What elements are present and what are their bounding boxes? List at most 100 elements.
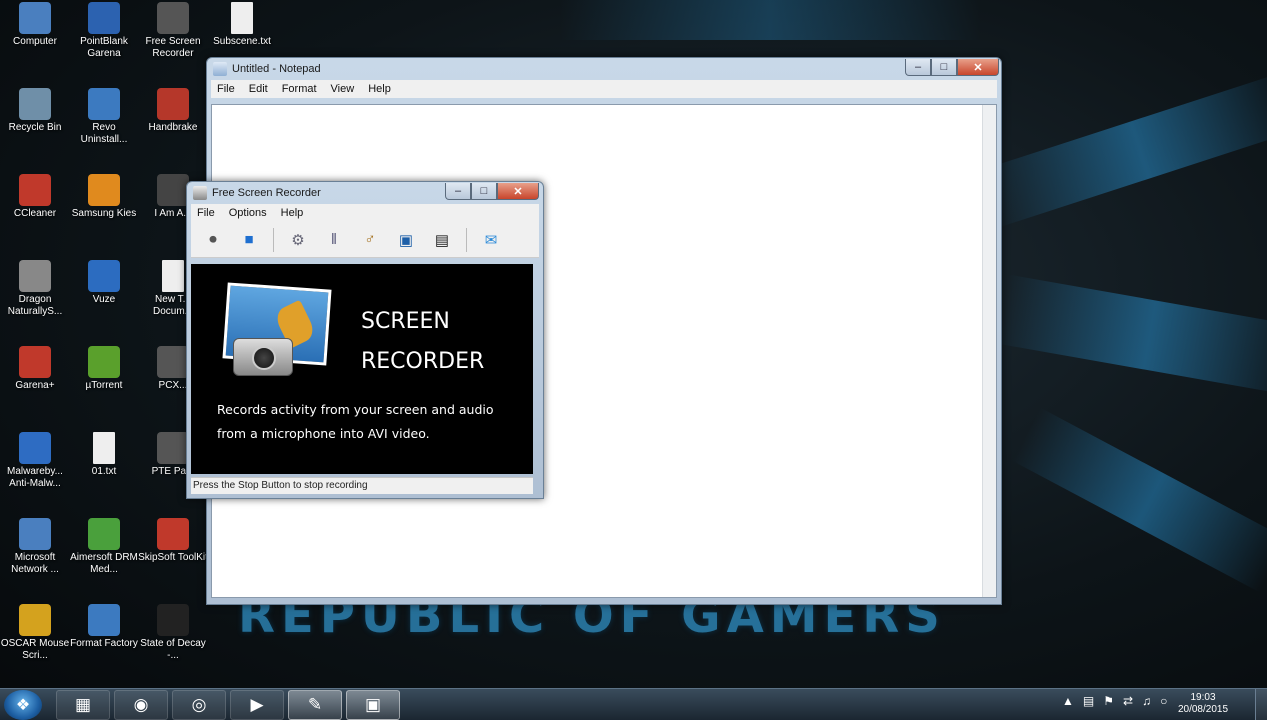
tray-extra-icon[interactable]: ○	[1160, 694, 1167, 708]
desktop-icon-label: Subscene.txt	[213, 36, 271, 47]
media-player-icon[interactable]: ▶	[230, 690, 284, 720]
chat-bubble-icon[interactable]: ✉	[479, 228, 503, 252]
stop-icon[interactable]: ■	[237, 228, 261, 252]
dragon-icon	[19, 260, 51, 292]
network-icon[interactable]: ⇄	[1123, 694, 1133, 708]
vertical-scrollbar[interactable]	[982, 105, 996, 597]
desktop-icon[interactable]: Dragon NaturallyS...	[0, 260, 70, 318]
banner-title: SCREEN RECORDER	[361, 302, 484, 382]
notepad-title: Untitled - Notepad	[232, 63, 321, 75]
desktop-icon[interactable]: Malwareby... Anti-Malw...	[0, 432, 70, 490]
desktop-icon[interactable]: µTorrent	[69, 346, 139, 392]
recorder-window-controls: – □ ✕	[445, 183, 539, 200]
notepad-menubar: File Edit Format View Help	[211, 80, 997, 98]
desktop-icon-label: PointBlank Garena	[80, 36, 128, 59]
tray-app-icon[interactable]: ▤	[1083, 694, 1094, 708]
menu-edit[interactable]: Edit	[249, 83, 268, 95]
computer-icon	[19, 2, 51, 34]
film-strip-icon[interactable]: ‖	[322, 228, 346, 252]
clapperboard-icon[interactable]: ▤	[430, 228, 454, 252]
desktop-icon-label: Vuze	[92, 294, 116, 305]
flag-icon[interactable]: ⚑	[1103, 694, 1114, 708]
desktop-icon-label: SkipSoft ToolKit	[138, 552, 208, 563]
start-button[interactable]: ❖	[4, 690, 42, 720]
settings-gear-icon[interactable]: ⚙	[286, 228, 310, 252]
menu-view[interactable]: View	[331, 83, 355, 95]
menu-file[interactable]: File	[217, 83, 235, 95]
handbrake-icon	[157, 88, 189, 120]
desktop-icon[interactable]: Handbrake	[138, 88, 208, 134]
desktop-icon[interactable]: Recycle Bin	[0, 88, 70, 134]
desktop-icon[interactable]: 01.txt	[69, 432, 139, 478]
desktop-icon-label: Aimersoft DRM Med...	[70, 552, 138, 575]
desktop-icon[interactable]: SkipSoft ToolKit	[138, 518, 208, 564]
menu-format[interactable]: Format	[282, 83, 317, 95]
desktop-icon[interactable]: OSCAR Mouse Scri...	[0, 604, 70, 662]
desktop-icon-label: µTorrent	[85, 380, 123, 391]
desktop-icon[interactable]: State of Decay -...	[138, 604, 208, 662]
desktop-icon-label: Revo Uninstall...	[80, 122, 128, 145]
desktop-icon-label: Recycle Bin	[8, 122, 62, 133]
notepad-window-controls: – □ ✕	[905, 59, 999, 76]
text-file-icon	[231, 2, 253, 34]
menu-help[interactable]: Help	[368, 83, 391, 95]
desktop-icon[interactable]: Microsoft Network ...	[0, 518, 70, 576]
text-file-icon	[93, 432, 115, 464]
malwarebytes-icon	[19, 432, 51, 464]
recorder-window[interactable]: Free Screen Recorder – □ ✕ File Options …	[186, 181, 544, 499]
desktop-icon[interactable]: Garena+	[0, 346, 70, 392]
clock-time: 19:03	[1190, 692, 1216, 703]
show-hidden-icons[interactable]: ▲	[1062, 694, 1074, 708]
screen-capture-icon[interactable]: ▣	[394, 228, 418, 252]
banner-description-line-2: from a microphone into AVI video.	[217, 426, 430, 441]
recorder-title: Free Screen Recorder	[212, 187, 321, 199]
wallpaper-stripe	[560, 0, 980, 40]
desktop-icon-label: Samsung Kies	[71, 208, 137, 219]
chrome-icon[interactable]: ◎	[172, 690, 226, 720]
desktop-icon[interactable]: PointBlank Garena	[69, 2, 139, 60]
desktop-icon[interactable]: Revo Uninstall...	[69, 88, 139, 146]
firefox-icon[interactable]: ◉	[114, 690, 168, 720]
pte-icon	[157, 432, 189, 464]
record-icon[interactable]: ⏺	[201, 228, 225, 252]
desktop: REPUBLIC OF GAMERS Computer PointBlank Ga…	[0, 0, 1267, 690]
recorder-taskbar-icon[interactable]: ▣	[346, 690, 400, 720]
notepad-taskbar-icon[interactable]: ✎	[288, 690, 342, 720]
recorder-menu-options[interactable]: Options	[229, 207, 267, 219]
desktop-icon-label: Computer	[13, 36, 57, 47]
desktop-icon[interactable]: Free Screen Recorder	[138, 2, 208, 60]
desktop-icon[interactable]: CCleaner	[0, 174, 70, 220]
wallpaper-stripe	[996, 274, 1267, 396]
desktop-icon-label: Format Factory	[70, 638, 138, 649]
desktop-icon[interactable]: Format Factory	[69, 604, 139, 650]
desktop-icon[interactable]: Subscene.txt	[207, 2, 277, 48]
minimize-button[interactable]: –	[905, 59, 931, 76]
recorder-menu-help[interactable]: Help	[281, 207, 304, 219]
notepad-titlebar[interactable]: Untitled - Notepad	[207, 58, 1001, 80]
recorder-minimize-button[interactable]: –	[445, 183, 471, 200]
close-button[interactable]: ✕	[957, 59, 999, 76]
clock-date: 20/08/2015	[1177, 704, 1229, 715]
wallpaper-stripe	[978, 72, 1267, 228]
aimersoft-icon	[88, 518, 120, 550]
desktop-icon-label: 01.txt	[91, 466, 117, 477]
clock[interactable]: 19:03 20/08/2015	[1168, 692, 1238, 716]
system-tray: ▲ ▤ ⚑ ⇄ ♫ ○	[1062, 694, 1167, 708]
desktop-icon[interactable]: Vuze	[69, 260, 139, 306]
desktop-icon-label: Microsoft Network ...	[11, 552, 59, 575]
maximize-button[interactable]: □	[931, 59, 957, 76]
desktop-icon[interactable]: Samsung Kies	[69, 174, 139, 220]
toolbar-separator	[466, 227, 467, 252]
file-explorer-icon[interactable]: ▦	[56, 690, 110, 720]
recorder-close-button[interactable]: ✕	[497, 183, 539, 200]
volume-icon[interactable]: ♫	[1142, 694, 1151, 708]
desktop-icon[interactable]: Computer	[0, 2, 70, 48]
recorder-menu-file[interactable]: File	[197, 207, 215, 219]
microphone-icon[interactable]: ♂	[358, 228, 382, 252]
ccleaner-icon	[19, 174, 51, 206]
show-desktop-button[interactable]	[1255, 689, 1267, 720]
oscar-icon	[19, 604, 51, 636]
camera-lens	[252, 346, 276, 370]
desktop-icon[interactable]: Aimersoft DRM Med...	[69, 518, 139, 576]
recorder-maximize-button[interactable]: □	[471, 183, 497, 200]
